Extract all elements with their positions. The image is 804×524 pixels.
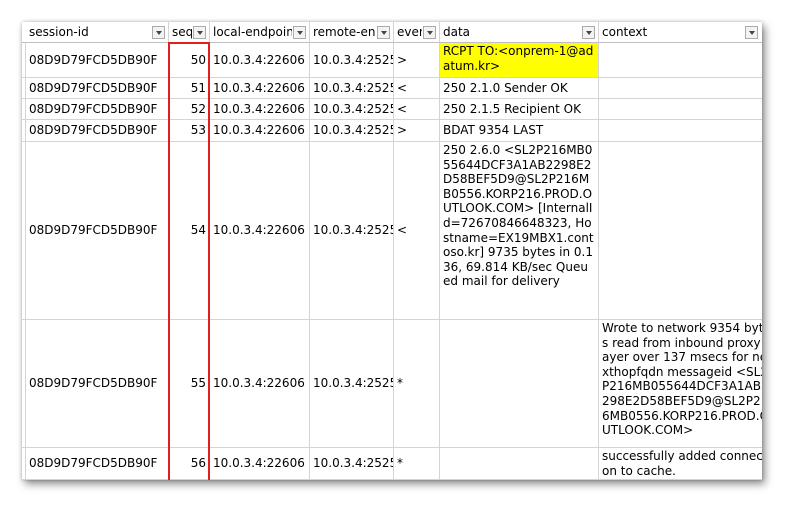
filter-dropdown-icon[interactable] xyxy=(582,25,595,39)
context-cell[interactable]: successfully added connection to cache. xyxy=(599,448,762,480)
column-header-session-id[interactable]: session-id xyxy=(26,22,169,43)
session-id-cell[interactable]: 08D9D79FCD5DB90F xyxy=(26,99,169,120)
column-label: remote-endpoint xyxy=(313,24,376,39)
session-id-cell[interactable]: 08D9D79FCD5DB90F xyxy=(26,78,169,99)
table-row: 08D9D79FCD5DB90F 52 10.0.3.4:22606 10.0.… xyxy=(22,99,762,120)
table-row: 08D9D79FCD5DB90F 56 10.0.3.4:22606 10.0.… xyxy=(22,448,762,480)
header-row: session-id seq local-endpoint remote-end… xyxy=(22,22,762,43)
session-id-cell[interactable]: 08D9D79FCD5DB90F xyxy=(26,43,169,78)
seq-cell[interactable]: 50 xyxy=(169,43,210,78)
local-endpoint-cell[interactable]: 10.0.3.4:22606 xyxy=(210,99,310,120)
filter-dropdown-icon[interactable] xyxy=(193,25,206,39)
event-cell[interactable]: < xyxy=(394,142,440,320)
data-cell[interactable]: 250 2.6.0 <SL2P216MB055644DCF3A1AB2298E2… xyxy=(440,142,599,320)
filter-dropdown-icon[interactable] xyxy=(745,25,758,39)
remote-endpoint-cell[interactable]: 10.0.3.4:2525 xyxy=(310,320,394,448)
column-header-remote-endpoint[interactable]: remote-endpoint xyxy=(310,22,394,43)
event-cell[interactable]: * xyxy=(394,448,440,480)
session-id-cell[interactable]: 08D9D79FCD5DB90F xyxy=(26,120,169,142)
column-label: data xyxy=(443,24,471,39)
event-cell[interactable]: < xyxy=(394,78,440,99)
local-endpoint-cell[interactable]: 10.0.3.4:22606 xyxy=(210,43,310,78)
column-header-seq[interactable]: seq xyxy=(169,22,210,43)
column-label: seq xyxy=(172,24,192,39)
context-cell[interactable] xyxy=(599,43,762,78)
event-cell[interactable]: > xyxy=(394,43,440,78)
local-endpoint-cell[interactable]: 10.0.3.4:22606 xyxy=(210,320,310,448)
column-label: event xyxy=(397,24,422,39)
column-header-data[interactable]: data xyxy=(440,22,599,43)
session-id-cell[interactable]: 08D9D79FCD5DB90F xyxy=(26,142,169,320)
context-cell[interactable] xyxy=(599,142,762,320)
column-label: local-endpoint xyxy=(213,24,292,39)
seq-cell[interactable]: 54 xyxy=(169,142,210,320)
filter-dropdown-icon[interactable] xyxy=(377,25,390,39)
seq-cell[interactable]: 51 xyxy=(169,78,210,99)
remote-endpoint-cell[interactable]: 10.0.3.4:2525 xyxy=(310,120,394,142)
column-label: session-id xyxy=(29,24,89,39)
column-header-event[interactable]: event xyxy=(394,22,440,43)
table-row: 08D9D79FCD5DB90F 55 10.0.3.4:22606 10.0.… xyxy=(22,320,762,448)
column-header-context[interactable]: context xyxy=(599,22,762,43)
local-endpoint-cell[interactable]: 10.0.3.4:22606 xyxy=(210,448,310,480)
seq-cell[interactable]: 53 xyxy=(169,120,210,142)
filter-dropdown-icon[interactable] xyxy=(152,25,165,39)
remote-endpoint-cell[interactable]: 10.0.3.4:2525 xyxy=(310,78,394,99)
event-cell[interactable]: * xyxy=(394,320,440,448)
seq-cell[interactable]: 55 xyxy=(169,320,210,448)
log-spreadsheet: session-id seq local-endpoint remote-end… xyxy=(22,22,762,480)
remote-endpoint-cell[interactable]: 10.0.3.4:2525 xyxy=(310,142,394,320)
data-cell[interactable]: BDAT 9354 LAST xyxy=(440,120,599,142)
session-id-cell[interactable]: 08D9D79FCD5DB90F xyxy=(26,320,169,448)
table-row: 08D9D79FCD5DB90F 50 10.0.3.4:22606 10.0.… xyxy=(22,43,762,78)
filter-dropdown-icon[interactable] xyxy=(423,25,436,39)
local-endpoint-cell[interactable]: 10.0.3.4:22606 xyxy=(210,78,310,99)
data-cell[interactable] xyxy=(440,448,599,480)
table-row: 08D9D79FCD5DB90F 53 10.0.3.4:22606 10.0.… xyxy=(22,120,762,142)
event-cell[interactable]: < xyxy=(394,99,440,120)
session-id-cell[interactable]: 08D9D79FCD5DB90F xyxy=(26,448,169,480)
table-row: 08D9D79FCD5DB90F 54 10.0.3.4:22606 10.0.… xyxy=(22,142,762,320)
context-cell[interactable] xyxy=(599,99,762,120)
data-cell-highlighted[interactable]: RCPT TO:<onprem-1@adatum.kr> xyxy=(440,43,599,78)
table-row: 08D9D79FCD5DB90F 51 10.0.3.4:22606 10.0.… xyxy=(22,78,762,99)
local-endpoint-cell[interactable]: 10.0.3.4:22606 xyxy=(210,142,310,320)
data-cell[interactable]: 250 2.1.0 Sender OK xyxy=(440,78,599,99)
column-label: context xyxy=(602,24,648,39)
seq-cell[interactable]: 56 xyxy=(169,448,210,480)
remote-endpoint-cell[interactable]: 10.0.3.4:2525 xyxy=(310,99,394,120)
remote-endpoint-cell[interactable]: 10.0.3.4:2525 xyxy=(310,448,394,480)
column-header-local-endpoint[interactable]: local-endpoint xyxy=(210,22,310,43)
seq-cell[interactable]: 52 xyxy=(169,99,210,120)
data-cell[interactable]: 250 2.1.5 Recipient OK xyxy=(440,99,599,120)
event-cell[interactable]: > xyxy=(394,120,440,142)
data-cell[interactable] xyxy=(440,320,599,448)
context-cell[interactable] xyxy=(599,120,762,142)
filter-dropdown-icon[interactable] xyxy=(293,25,306,39)
context-cell[interactable] xyxy=(599,78,762,99)
context-cell[interactable]: Wrote to network 9354 bytes read from in… xyxy=(599,320,762,448)
remote-endpoint-cell[interactable]: 10.0.3.4:2525 xyxy=(310,43,394,78)
local-endpoint-cell[interactable]: 10.0.3.4:22606 xyxy=(210,120,310,142)
